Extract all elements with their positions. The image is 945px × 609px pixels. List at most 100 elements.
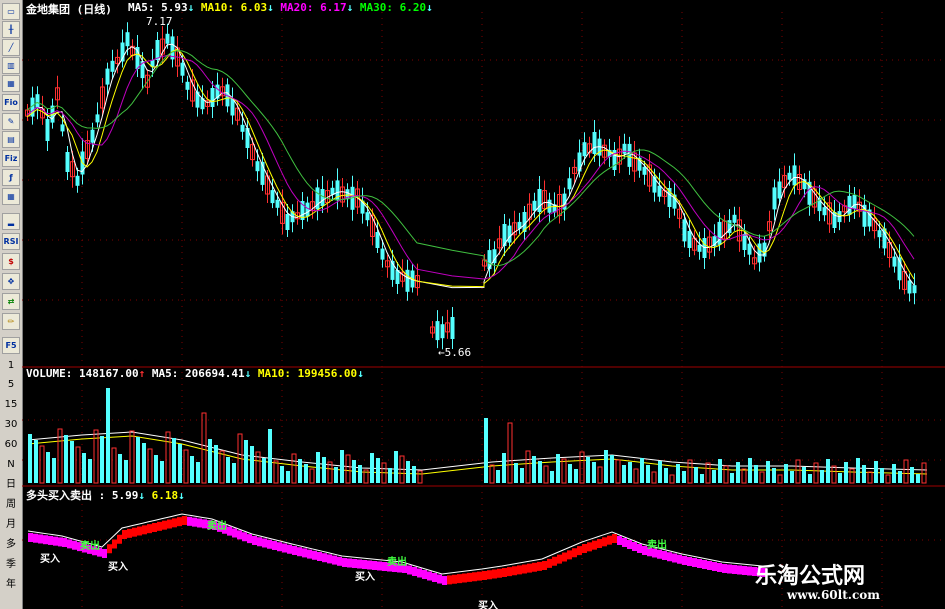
signal-block: [377, 561, 382, 571]
signal-block: [512, 566, 517, 576]
period-multi[interactable]: 多: [2, 536, 20, 553]
volume-bar: [538, 461, 542, 483]
period-day[interactable]: 日: [2, 476, 20, 493]
candle-body: [45, 119, 50, 141]
signal-block: [277, 542, 282, 552]
volume-bar: [52, 458, 56, 483]
volume-bar: [111, 447, 117, 484]
signal-block: [712, 562, 717, 571]
candle-body: [60, 124, 65, 132]
candle-body: [380, 248, 385, 260]
ma30-label: MA30:: [359, 1, 393, 14]
period-quarter[interactable]: 季: [2, 556, 20, 573]
bars-icon[interactable]: ▥: [2, 57, 20, 74]
period-5[interactable]: 5: [2, 376, 20, 393]
signal-block: [412, 567, 417, 576]
signal-block: [562, 552, 567, 562]
swap-icon[interactable]: ⇄: [2, 293, 20, 310]
signal-block: [232, 528, 237, 538]
volume-bar: [759, 471, 765, 484]
candle-body: [440, 324, 445, 339]
ma5-value: 5.93: [161, 1, 188, 14]
volume-bar: [178, 444, 182, 483]
signal-block: [597, 539, 602, 548]
ma5-arrow: ↓: [187, 1, 195, 14]
volume-bar: [484, 418, 488, 483]
volume-bar: [262, 458, 266, 483]
volume-bar: [682, 471, 686, 483]
volume-bar: [46, 452, 50, 483]
period-30[interactable]: 30: [2, 416, 20, 433]
candles-icon[interactable]: ╫: [2, 21, 20, 38]
grid-icon[interactable]: ▤: [2, 131, 20, 148]
table-icon[interactable]: ▦: [2, 188, 20, 205]
volume-bar: [154, 455, 158, 483]
stock-title: 金地集团 (日线): [26, 3, 112, 16]
period-year[interactable]: 年: [2, 576, 20, 593]
period-week[interactable]: 周: [2, 496, 20, 513]
ma30-arrow: ↓: [426, 1, 433, 14]
chart-svg: [22, 12, 945, 609]
formula-icon[interactable]: ƒ: [2, 169, 20, 186]
fiz-button[interactable]: Fiz: [2, 150, 20, 167]
bars2-icon[interactable]: ▂: [2, 213, 20, 230]
buy-label: 买入: [40, 554, 60, 565]
volume-bar: [777, 474, 783, 484]
volume-bar: [561, 458, 567, 484]
f5-button[interactable]: F5: [2, 337, 20, 354]
line-chart-icon[interactable]: ╱: [2, 39, 20, 56]
candle-body: [110, 60, 115, 72]
price-high-label: 7.17: [146, 15, 173, 28]
vol-ma10-value: 199456.00: [297, 367, 358, 380]
price-low-label: ←5.66: [438, 346, 472, 359]
period-15[interactable]: 15: [2, 396, 20, 413]
signal-arrow-1: ↓: [138, 489, 145, 502]
signal-block: [292, 546, 297, 555]
volume-bar: [394, 451, 398, 483]
signal-block: [682, 556, 687, 565]
candle-body: [270, 190, 275, 204]
signal-block: [62, 538, 67, 547]
volume-header: VOLUME: 148167.00↑ MA5: 206694.41↓ MA10:…: [26, 367, 364, 380]
volume-bar: [273, 460, 279, 484]
signal-block: [422, 570, 427, 579]
signal-block: [607, 535, 612, 545]
move-icon[interactable]: ✥: [2, 273, 20, 290]
candle-body: [592, 132, 597, 154]
candle-body: [732, 214, 737, 223]
page-icon[interactable]: ▭: [2, 3, 20, 20]
volume-bar: [304, 464, 308, 483]
signal-block: [307, 549, 312, 559]
candle-body: [450, 317, 455, 339]
signal-block: [627, 540, 632, 549]
volume-bar: [489, 464, 495, 484]
period-1[interactable]: 1: [2, 357, 20, 374]
period-n[interactable]: N: [2, 456, 20, 473]
candle-body: [532, 200, 537, 211]
signal-block: [592, 540, 597, 550]
period-month[interactable]: 月: [2, 516, 20, 533]
signal-block: [43, 535, 48, 545]
signal-block: [502, 568, 507, 577]
pen-icon[interactable]: ✏: [2, 313, 20, 330]
dollar-icon[interactable]: $: [2, 253, 20, 270]
signal-block: [572, 548, 577, 558]
signal-title: 多头买入卖出 :: [26, 489, 106, 502]
period-60[interactable]: 60: [2, 436, 20, 453]
volume-bar: [88, 459, 92, 483]
rsi-button[interactable]: RSI: [2, 233, 20, 250]
candle-body: [180, 62, 185, 76]
signal-block: [112, 539, 117, 549]
volume-bar: [502, 453, 506, 483]
signal-block: [53, 536, 58, 546]
notepad-icon[interactable]: ✎: [2, 113, 20, 130]
candle-body: [697, 244, 702, 252]
chart-area[interactable]: 金地集团 (日线) MA5: 5.93↓ MA10: 6.03↓ MA20: 6…: [22, 0, 945, 609]
fio-button[interactable]: Fio: [2, 94, 20, 111]
calendar-icon[interactable]: ▦: [2, 75, 20, 92]
signal-block: [272, 541, 277, 550]
volume-bar: [507, 422, 513, 484]
signal-block: [662, 551, 667, 560]
signal-block: [657, 549, 662, 559]
volume-bar: [118, 454, 122, 483]
